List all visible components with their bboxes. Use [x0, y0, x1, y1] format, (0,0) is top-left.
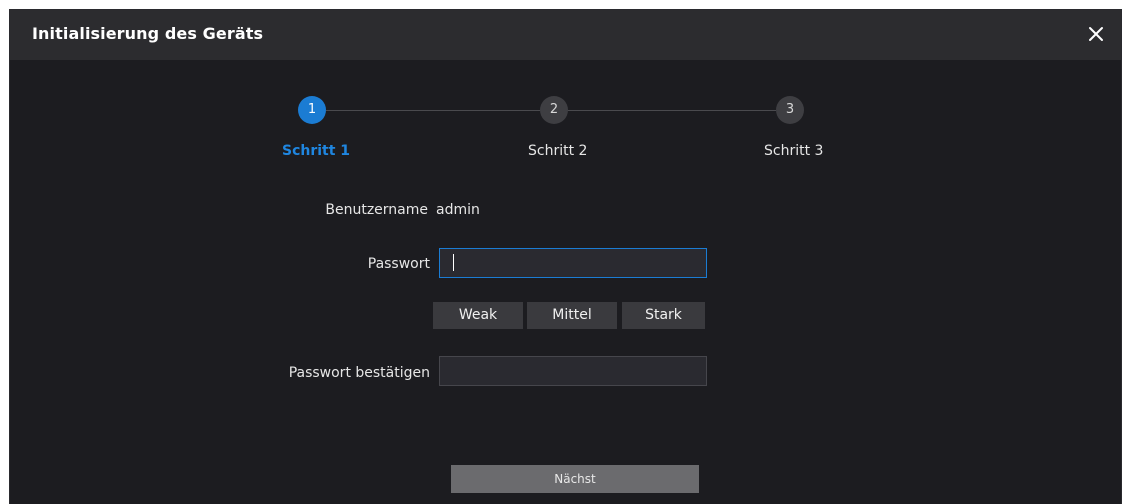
username-value: admin: [436, 202, 480, 218]
step-1-label: Schritt 1: [282, 143, 351, 159]
step-3-indicator: 3: [776, 96, 804, 124]
dialog-title: Initialisierung des Geräts: [32, 24, 264, 43]
step-connector: [566, 110, 776, 111]
strength-weak: Weak: [433, 302, 523, 329]
password-label: Passwort: [367, 256, 430, 272]
next-button[interactable]: Nächst: [451, 465, 699, 493]
close-icon[interactable]: [1085, 23, 1107, 45]
confirm-password-label: Passwort bestätigen: [288, 365, 430, 381]
confirm-password-input[interactable]: [439, 356, 707, 386]
dialog-titlebar: Initialisierung des Geräts: [10, 10, 1121, 60]
text-caret: [453, 254, 454, 271]
init-dialog: Initialisierung des Geräts 1 2 3 Schritt…: [10, 10, 1121, 504]
step-3-label: Schritt 3: [764, 143, 824, 159]
strength-medium: Mittel: [527, 302, 617, 329]
step-2-label: Schritt 2: [528, 143, 588, 159]
step-2-indicator: 2: [540, 96, 568, 124]
step-connector: [326, 110, 540, 111]
username-label: Benutzername: [325, 202, 428, 218]
step-1-indicator: 1: [298, 96, 326, 124]
password-input[interactable]: [439, 248, 707, 278]
strength-strong: Stark: [622, 302, 705, 329]
